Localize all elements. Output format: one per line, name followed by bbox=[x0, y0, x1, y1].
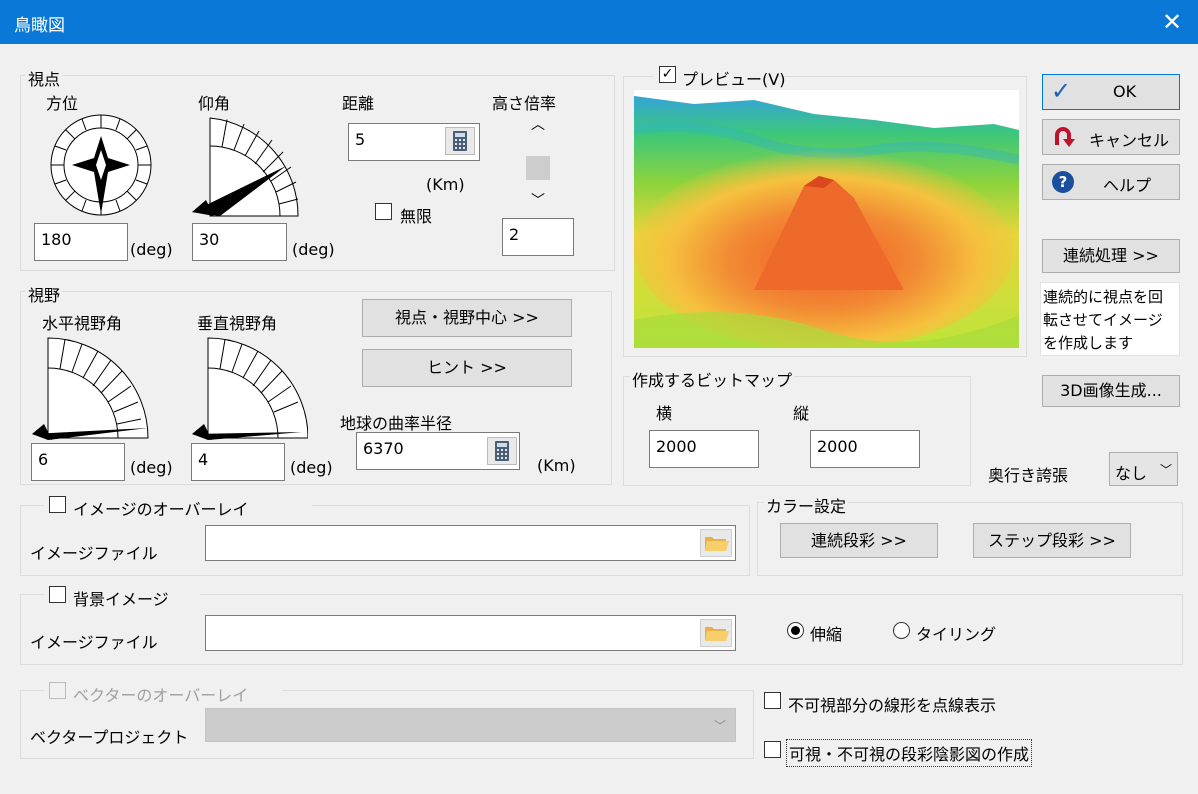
elevation-gauge-icon[interactable] bbox=[190, 116, 302, 220]
earth-radius-label: 地球の曲率半径 bbox=[340, 414, 453, 433]
exaggeration-label: 奥行き誇張 bbox=[988, 466, 1069, 485]
calculator-icon bbox=[495, 441, 509, 461]
exaggeration-select[interactable]: なし ﹀ bbox=[1109, 452, 1178, 486]
svg-text:?: ? bbox=[1059, 173, 1068, 191]
vector-checkbox[interactable] bbox=[49, 682, 66, 699]
stretch-radio[interactable] bbox=[787, 622, 804, 639]
elevation-input[interactable]: 30 bbox=[192, 223, 287, 261]
viewpoint-group-label: 視点 bbox=[26, 66, 63, 90]
azimuth-label: 方位 bbox=[46, 94, 79, 113]
vertical-fov-gauge-icon[interactable] bbox=[190, 336, 308, 442]
distance-label: 距離 bbox=[342, 94, 375, 113]
color-settings-label: カラー設定 bbox=[764, 493, 849, 517]
cancel-button[interactable]: キャンセル bbox=[1042, 119, 1180, 155]
distance-unit: (Km) bbox=[426, 175, 465, 194]
vector-project-select[interactable]: ﹀ bbox=[205, 708, 736, 742]
continuous-description: 連続的に視点を回転させてイメージを作成します bbox=[1040, 282, 1180, 356]
elevation-label: 仰角 bbox=[198, 94, 231, 113]
azimuth-input[interactable]: 180 bbox=[34, 223, 128, 261]
stretch-label: 伸縮 bbox=[810, 625, 843, 644]
viewpoint-center-button[interactable]: 視点・視野中心 >> bbox=[362, 299, 572, 337]
vector-label: ベクターのオーバーレイ bbox=[73, 686, 249, 705]
azimuth-unit: (deg) bbox=[130, 240, 173, 259]
earth-radius-calculator-button[interactable] bbox=[487, 437, 517, 465]
bitmap-height-input[interactable]: 2000 bbox=[810, 430, 920, 468]
shading-label: 可視・不可視の段彩陰影図の作成 bbox=[786, 739, 1033, 767]
preview-label: プレビュー(V) bbox=[682, 70, 786, 89]
bitmap-width-label: 横 bbox=[656, 404, 673, 423]
image-overlay-file-label: イメージファイル bbox=[30, 544, 158, 563]
checkmark-icon: ✓ bbox=[1051, 77, 1072, 105]
preview-checkbox[interactable]: ✓ bbox=[659, 66, 676, 83]
exaggeration-value: なし bbox=[1115, 464, 1148, 483]
help-icon: ? bbox=[1052, 171, 1074, 193]
chevron-down-icon: ﹀ bbox=[1160, 463, 1173, 477]
scroll-up-icon[interactable]: ︿ bbox=[531, 114, 545, 134]
close-button[interactable]: ✕ bbox=[1154, 6, 1190, 38]
image-overlay-browse-button[interactable] bbox=[700, 529, 732, 557]
fov-group-label: 視野 bbox=[26, 282, 63, 306]
scroll-thumb[interactable] bbox=[526, 156, 550, 180]
background-checkbox[interactable] bbox=[49, 586, 66, 603]
vector-project-label: ベクタープロジェクト bbox=[30, 728, 189, 747]
scroll-down-icon[interactable]: ﹀ bbox=[531, 190, 545, 210]
tiling-label: タイリング bbox=[916, 625, 997, 644]
continuous-process-button[interactable]: 連続処理 >> bbox=[1042, 239, 1180, 273]
radio-dot bbox=[791, 626, 800, 635]
continuous-color-button[interactable]: 連続段彩 >> bbox=[780, 523, 938, 558]
terrain-preview-image bbox=[634, 90, 1019, 348]
help-label: ヘルプ bbox=[1103, 176, 1152, 195]
background-browse-button[interactable] bbox=[700, 619, 732, 647]
undo-arrow-icon bbox=[1055, 127, 1075, 147]
ok-button[interactable]: ✓ OK bbox=[1042, 74, 1180, 110]
dotted-lines-checkbox[interactable] bbox=[764, 692, 781, 709]
image-overlay-checkbox[interactable] bbox=[49, 496, 66, 513]
height-scale-label: 高さ倍率 bbox=[492, 94, 557, 113]
horizontal-fov-unit: (deg) bbox=[130, 458, 173, 477]
earth-radius-unit: (Km) bbox=[537, 456, 576, 475]
title-bar bbox=[0, 0, 1198, 44]
chevron-down-icon: ﹀ bbox=[714, 719, 727, 733]
vertical-fov-label: 垂直視野角 bbox=[197, 314, 278, 333]
background-file-label: イメージファイル bbox=[30, 633, 158, 652]
infinite-checkbox[interactable] bbox=[375, 203, 392, 220]
shading-checkbox[interactable] bbox=[764, 741, 781, 758]
window-title: 鳥瞰図 bbox=[14, 16, 65, 36]
distance-calculator-button[interactable] bbox=[445, 127, 475, 155]
bitmap-width-input[interactable]: 2000 bbox=[649, 430, 759, 468]
vertical-fov-input[interactable]: 4 bbox=[191, 443, 285, 481]
compass-icon[interactable] bbox=[50, 114, 152, 216]
folder-icon bbox=[705, 537, 729, 551]
horizontal-fov-input[interactable]: 6 bbox=[31, 443, 125, 481]
help-button[interactable]: ? ヘルプ bbox=[1042, 164, 1180, 200]
dotted-lines-label: 不可視部分の線形を点線表示 bbox=[788, 696, 997, 715]
folder-icon bbox=[705, 627, 729, 641]
infinite-label: 無限 bbox=[400, 207, 433, 226]
height-scale-scrollbar[interactable]: ︿ ﹀ bbox=[524, 112, 552, 212]
horizontal-fov-gauge-icon[interactable] bbox=[30, 336, 152, 442]
cancel-label: キャンセル bbox=[1089, 131, 1170, 150]
background-label: 背景イメージ bbox=[73, 590, 169, 609]
hint-button[interactable]: ヒント >> bbox=[362, 349, 572, 387]
background-file-input[interactable] bbox=[205, 615, 736, 651]
generate-3d-button[interactable]: 3D画像生成... bbox=[1042, 375, 1180, 407]
bitmap-group-label: 作成するビットマップ bbox=[630, 367, 795, 391]
height-scale-input[interactable]: 2 bbox=[502, 218, 574, 256]
image-overlay-label: イメージのオーバーレイ bbox=[73, 500, 249, 519]
tiling-radio[interactable] bbox=[893, 622, 910, 639]
bitmap-height-label: 縦 bbox=[793, 404, 810, 423]
calculator-icon bbox=[453, 131, 467, 151]
vertical-fov-unit: (deg) bbox=[290, 458, 333, 477]
ok-label: OK bbox=[1113, 82, 1137, 101]
elevation-unit: (deg) bbox=[292, 240, 335, 259]
step-color-button[interactable]: ステップ段彩 >> bbox=[973, 523, 1131, 558]
image-overlay-file-input[interactable] bbox=[205, 525, 736, 561]
horizontal-fov-label: 水平視野角 bbox=[42, 314, 123, 333]
